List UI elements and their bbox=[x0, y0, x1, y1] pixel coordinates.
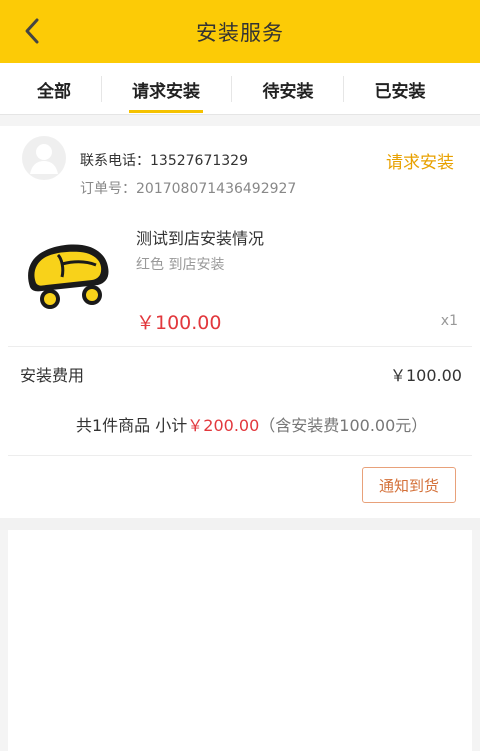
tab-installed[interactable]: 已安装 bbox=[344, 63, 456, 115]
product-image[interactable] bbox=[22, 225, 114, 317]
order-summary: 共1件商品 小计￥200.00（含安装费100.00元） bbox=[76, 412, 427, 436]
tab-all[interactable]: 全部 bbox=[0, 63, 108, 115]
product-quantity: x1 bbox=[440, 313, 458, 329]
contact-phone: 联系电话：13527671329 bbox=[80, 153, 248, 169]
user-icon bbox=[30, 144, 58, 174]
divider bbox=[8, 346, 472, 347]
tab-pending-install[interactable]: 待安装 bbox=[232, 63, 344, 115]
divider bbox=[8, 455, 472, 456]
top-app-bar: 安装服务 bbox=[0, 0, 480, 63]
page-title: 安装服务 bbox=[196, 21, 284, 45]
order-status: 请求安装 bbox=[386, 153, 454, 173]
product-title[interactable]: 测试到店安装情况 bbox=[136, 225, 264, 249]
summary-prefix: 共1件商品 小计 bbox=[76, 416, 188, 435]
avatar bbox=[22, 136, 66, 180]
tab-bar: 全部 请求安装 待安装 已安装 bbox=[0, 63, 480, 115]
install-fee-label: 安装费用 bbox=[20, 366, 85, 385]
summary-amount: ￥200.00 bbox=[187, 416, 260, 435]
tab-request-install[interactable]: 请求安装 bbox=[102, 63, 230, 115]
product-price: ￥100.00 bbox=[136, 312, 222, 334]
order-number: 订单号：201708071436492927 bbox=[80, 181, 297, 197]
notify-arrival-button[interactable]: 通知到货 bbox=[362, 467, 456, 503]
car-logo-icon bbox=[28, 244, 109, 309]
install-fee-value: ￥100.00 bbox=[390, 366, 462, 385]
summary-note: （含安装费100.00元） bbox=[259, 416, 428, 435]
section-gap bbox=[0, 518, 480, 530]
product-spec: 红色 到店安装 bbox=[136, 257, 225, 273]
